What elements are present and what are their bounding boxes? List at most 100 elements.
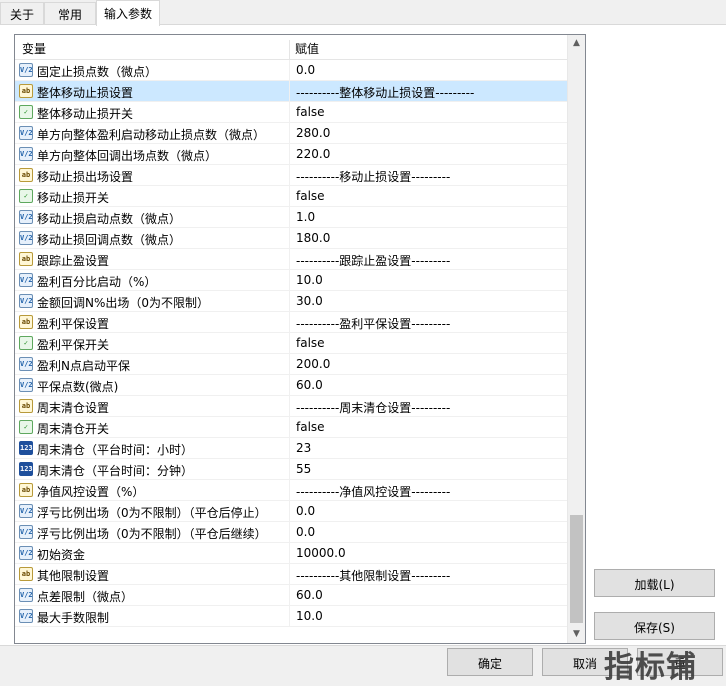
variable-cell[interactable]: ✓ 整体移动止损开关 bbox=[15, 102, 289, 122]
value-cell[interactable]: 55 bbox=[289, 459, 567, 479]
table-row[interactable]: 123 周末清仓（平台时间：小时） 23 bbox=[15, 438, 567, 459]
scroll-down-arrow-icon[interactable]: ▼ bbox=[568, 626, 585, 643]
value-cell[interactable]: false bbox=[289, 186, 567, 206]
double-type-icon: V/2 bbox=[19, 210, 33, 224]
vertical-scrollbar[interactable]: ▲ ▼ bbox=[567, 35, 585, 643]
value-cell[interactable]: 23 bbox=[289, 438, 567, 458]
value-cell[interactable]: 30.0 bbox=[289, 291, 567, 311]
variable-cell[interactable]: V/2 浮亏比例出场（0为不限制）（平仓后停止） bbox=[15, 501, 289, 521]
value-cell[interactable]: 180.0 bbox=[289, 228, 567, 248]
variable-cell[interactable]: V/2 盈利N点启动平保 bbox=[15, 354, 289, 374]
value-cell[interactable]: ----------跟踪止盈设置--------- bbox=[289, 249, 567, 269]
table-row[interactable]: V/2 浮亏比例出场（0为不限制）（平仓后继续） 0.0 bbox=[15, 522, 567, 543]
variable-cell[interactable]: V/2 固定止损点数（微点） bbox=[15, 60, 289, 80]
table-row[interactable]: ✓ 整体移动止损开关 false bbox=[15, 102, 567, 123]
value-cell[interactable]: 0.0 bbox=[289, 501, 567, 521]
table-row[interactable]: V/2 单方向整体盈利启动移动止损点数（微点） 280.0 bbox=[15, 123, 567, 144]
save-button[interactable]: 保存(S) bbox=[594, 612, 715, 640]
table-row[interactable]: V/2 初始资金 10000.0 bbox=[15, 543, 567, 564]
variable-cell[interactable]: ✓ 移动止损开关 bbox=[15, 186, 289, 206]
value-cell[interactable]: 10.0 bbox=[289, 606, 567, 626]
variable-name: 移动止损出场设置 bbox=[37, 170, 134, 184]
table-row[interactable]: ✓ 盈利平保开关 false bbox=[15, 333, 567, 354]
value-cell[interactable]: 0.0 bbox=[289, 522, 567, 542]
table-row[interactable]: ✓ 周末清仓开关 false bbox=[15, 417, 567, 438]
value-cell[interactable]: ----------移动止损设置--------- bbox=[289, 165, 567, 185]
variable-cell[interactable]: 123 周末清仓（平台时间：小时） bbox=[15, 438, 289, 458]
value-cell[interactable]: 0.0 bbox=[289, 60, 567, 80]
table-row[interactable]: V/2 单方向整体回调出场点数（微点） 220.0 bbox=[15, 144, 567, 165]
table-row[interactable]: 123 周末清仓（平台时间：分钟） 55 bbox=[15, 459, 567, 480]
variable-cell[interactable]: V/2 金额回调N%出场（0为不限制） bbox=[15, 291, 289, 311]
value-cell[interactable]: false bbox=[289, 102, 567, 122]
value-cell[interactable]: 200.0 bbox=[289, 354, 567, 374]
variable-cell[interactable]: V/2 单方向整体回调出场点数（微点） bbox=[15, 144, 289, 164]
variable-cell[interactable]: ab 移动止损出场设置 bbox=[15, 165, 289, 185]
tab-about[interactable]: 关于 bbox=[0, 2, 44, 24]
load-button[interactable]: 加载(L) bbox=[594, 569, 715, 597]
table-row[interactable]: V/2 盈利N点启动平保 200.0 bbox=[15, 354, 567, 375]
variable-cell[interactable]: V/2 单方向整体盈利启动移动止损点数（微点） bbox=[15, 123, 289, 143]
table-row[interactable]: ab 其他限制设置 ----------其他限制设置--------- bbox=[15, 564, 567, 585]
variable-value: false bbox=[296, 105, 325, 119]
variable-cell[interactable]: V/2 点差限制（微点） bbox=[15, 585, 289, 605]
variable-cell[interactable]: ab 周末清仓设置 bbox=[15, 396, 289, 416]
value-cell[interactable]: 220.0 bbox=[289, 144, 567, 164]
table-row[interactable]: V/2 盈利百分比启动（%） 10.0 bbox=[15, 270, 567, 291]
variable-cell[interactable]: V/2 移动止损回调点数（微点） bbox=[15, 228, 289, 248]
table-row[interactable]: V/2 金额回调N%出场（0为不限制） 30.0 bbox=[15, 291, 567, 312]
scroll-up-arrow-icon[interactable]: ▲ bbox=[568, 35, 585, 52]
table-row[interactable]: V/2 平保点数(微点) 60.0 bbox=[15, 375, 567, 396]
tab-input-params[interactable]: 输入参数 bbox=[96, 0, 160, 26]
tab-common[interactable]: 常用 bbox=[44, 2, 96, 24]
table-row[interactable]: V/2 浮亏比例出场（0为不限制）（平仓后停止） 0.0 bbox=[15, 501, 567, 522]
variable-cell[interactable]: ab 盈利平保设置 bbox=[15, 312, 289, 332]
value-cell[interactable]: 10000.0 bbox=[289, 543, 567, 563]
variable-name: 单方向整体回调出场点数（微点） bbox=[37, 149, 218, 163]
table-row[interactable]: ab 整体移动止损设置 ----------整体移动止损设置--------- bbox=[15, 81, 567, 102]
variable-cell[interactable]: ✓ 盈利平保开关 bbox=[15, 333, 289, 353]
value-cell[interactable]: ----------盈利平保设置--------- bbox=[289, 312, 567, 332]
variable-cell[interactable]: ab 跟踪止盈设置 bbox=[15, 249, 289, 269]
table-row[interactable]: ab 移动止损出场设置 ----------移动止损设置--------- bbox=[15, 165, 567, 186]
value-cell[interactable]: 60.0 bbox=[289, 375, 567, 395]
value-cell[interactable]: ----------整体移动止损设置--------- bbox=[289, 81, 567, 101]
value-cell[interactable]: 10.0 bbox=[289, 270, 567, 290]
value-cell[interactable]: 1.0 bbox=[289, 207, 567, 227]
variable-value: 180.0 bbox=[296, 231, 331, 245]
value-cell[interactable]: 280.0 bbox=[289, 123, 567, 143]
scrollbar-thumb[interactable] bbox=[570, 515, 583, 623]
variable-cell[interactable]: V/2 移动止损启动点数（微点） bbox=[15, 207, 289, 227]
variable-cell[interactable]: V/2 平保点数(微点) bbox=[15, 375, 289, 395]
table-row[interactable]: ab 跟踪止盈设置 ----------跟踪止盈设置--------- bbox=[15, 249, 567, 270]
table-row[interactable]: V/2 移动止损启动点数（微点） 1.0 bbox=[15, 207, 567, 228]
table-row[interactable]: ✓ 移动止损开关 false bbox=[15, 186, 567, 207]
table-row[interactable]: ab 盈利平保设置 ----------盈利平保设置--------- bbox=[15, 312, 567, 333]
value-cell[interactable]: 60.0 bbox=[289, 585, 567, 605]
table-row[interactable]: ab 周末清仓设置 ----------周末清仓设置--------- bbox=[15, 396, 567, 417]
variable-value: 0.0 bbox=[296, 63, 316, 77]
table-row[interactable]: V/2 点差限制（微点） 60.0 bbox=[15, 585, 567, 606]
value-cell[interactable]: false bbox=[289, 333, 567, 353]
ok-button[interactable]: 确定 bbox=[447, 648, 533, 676]
variable-cell[interactable]: ab 整体移动止损设置 bbox=[15, 81, 289, 101]
table-row[interactable]: V/2 最大手数限制 10.0 bbox=[15, 606, 567, 627]
table-row[interactable]: ab 净值风控设置（%） ----------净值风控设置--------- bbox=[15, 480, 567, 501]
variable-cell[interactable]: 123 周末清仓（平台时间：分钟） bbox=[15, 459, 289, 479]
variable-cell[interactable]: V/2 盈利百分比启动（%） bbox=[15, 270, 289, 290]
value-cell[interactable]: ----------净值风控设置--------- bbox=[289, 480, 567, 500]
table-row[interactable]: V/2 固定止损点数（微点） 0.0 bbox=[15, 60, 567, 81]
value-cell[interactable]: ----------周末清仓设置--------- bbox=[289, 396, 567, 416]
value-cell[interactable]: false bbox=[289, 417, 567, 437]
variable-cell[interactable]: V/2 最大手数限制 bbox=[15, 606, 289, 626]
variable-cell[interactable]: ✓ 周末清仓开关 bbox=[15, 417, 289, 437]
variable-cell[interactable]: ab 其他限制设置 bbox=[15, 564, 289, 584]
value-cell[interactable]: ----------其他限制设置--------- bbox=[289, 564, 567, 584]
column-header-value[interactable]: 赋值 bbox=[295, 40, 319, 57]
variable-cell[interactable]: V/2 初始资金 bbox=[15, 543, 289, 563]
variable-cell[interactable]: ab 净值风控设置（%） bbox=[15, 480, 289, 500]
table-row[interactable]: V/2 移动止损回调点数（微点） 180.0 bbox=[15, 228, 567, 249]
variable-cell[interactable]: V/2 浮亏比例出场（0为不限制）（平仓后继续） bbox=[15, 522, 289, 542]
double-type-icon: V/2 bbox=[19, 63, 33, 77]
column-header-variable[interactable]: 变量 bbox=[22, 40, 46, 57]
